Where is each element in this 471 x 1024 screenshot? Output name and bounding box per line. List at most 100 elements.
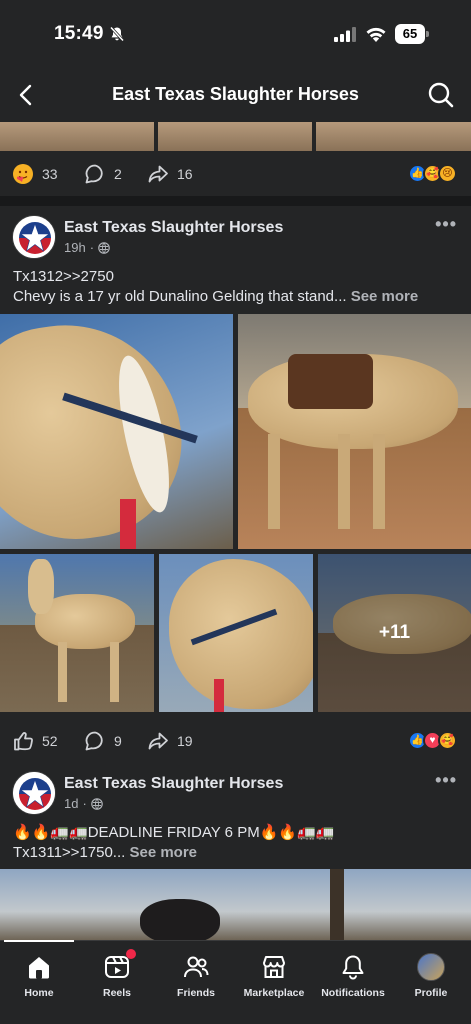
wifi-icon — [366, 27, 386, 42]
post-text-line: Tx1311>>1750... — [13, 844, 126, 861]
photo-main[interactable] — [0, 869, 471, 940]
more-options-icon[interactable]: ••• — [435, 770, 457, 791]
horse-leg-shape — [58, 642, 67, 702]
photo-strip[interactable] — [0, 122, 471, 151]
horse-head-shape — [28, 559, 54, 614]
page-title: East Texas Slaughter Horses — [112, 84, 359, 104]
post-time[interactable]: 1d — [64, 796, 78, 811]
horse-leg-shape — [268, 434, 280, 529]
horse-leg-shape — [373, 434, 385, 529]
care-reaction-icon: 🥰 — [438, 731, 457, 750]
post-text-line: Tx1312>>2750 — [13, 268, 114, 285]
lead-rope-shape — [214, 679, 224, 712]
nav-reels[interactable]: Reels — [92, 941, 142, 1024]
post-author[interactable]: East Texas Slaughter Horses — [64, 219, 283, 237]
sad-reaction-icon: 😢 — [438, 164, 457, 183]
tree-trunk-shape — [330, 869, 344, 940]
comment-icon — [85, 731, 103, 751]
share-count: 16 — [177, 166, 193, 182]
profile-avatar — [417, 953, 445, 981]
post-meta: 19h · — [64, 240, 110, 255]
nav-label: Friends — [177, 987, 215, 999]
share-button[interactable]: 16 — [147, 153, 193, 195]
photo-thumb[interactable] — [0, 122, 154, 151]
post-author[interactable]: East Texas Slaughter Horses — [64, 775, 283, 793]
nav-home[interactable]: Home — [14, 941, 64, 1024]
photo-main-right[interactable] — [238, 314, 471, 549]
page-avatar[interactable] — [12, 215, 56, 259]
see-more-link[interactable]: See more — [351, 288, 419, 305]
marketplace-icon — [263, 956, 285, 978]
post-text: 🔥🔥🚛🚛DEADLINE FRIDAY 6 PM🔥🔥🚛🚛 Tx1311>>175… — [13, 823, 459, 863]
feed[interactable]: 33 2 16 👍 🥰 😢 East Texas Slaughter Horse… — [0, 122, 471, 940]
reels-icon-wrap — [103, 949, 136, 981]
lead-rope-shape — [120, 499, 136, 549]
like-button[interactable]: 52 — [12, 720, 58, 762]
photo-thumb[interactable] — [316, 122, 471, 151]
reaction-summary[interactable]: 👍 ♥ 🥰 — [408, 731, 457, 751]
page-avatar[interactable] — [12, 771, 56, 815]
more-options-icon[interactable]: ••• — [435, 214, 457, 235]
share-icon — [148, 732, 168, 750]
share-button[interactable]: 19 — [147, 720, 193, 762]
bell-icon — [342, 955, 364, 980]
cellular-signal-icon — [334, 27, 356, 42]
react-button[interactable]: 33 — [12, 153, 58, 195]
nav-profile[interactable]: Profile — [406, 941, 456, 1024]
post-meta: 1d · — [64, 796, 103, 811]
see-more-link[interactable]: See more — [129, 844, 197, 861]
post-actions: 52 9 19 👍 ♥ 🥰 — [0, 720, 471, 762]
care-reaction-icon — [13, 164, 33, 184]
photo-thumb[interactable] — [0, 554, 154, 712]
nav-label: Marketplace — [243, 987, 305, 999]
reaction-count: 52 — [42, 733, 58, 749]
comment-button[interactable]: 9 — [84, 720, 122, 762]
photo-thumb[interactable] — [158, 122, 312, 151]
saddle-shape — [288, 354, 373, 409]
nav-notifications[interactable]: Notifications — [318, 941, 388, 1024]
bell-off-icon — [109, 26, 125, 42]
battery-indicator: 65 — [395, 24, 429, 44]
comment-count: 2 — [114, 166, 122, 182]
comment-icon — [85, 164, 103, 184]
nav-marketplace[interactable]: Marketplace — [240, 941, 308, 1024]
share-count: 19 — [177, 733, 193, 749]
comment-button[interactable]: 2 — [84, 153, 122, 195]
post-actions: 33 2 16 👍 🥰 😢 — [0, 153, 471, 195]
horse-leg-shape — [338, 434, 350, 529]
post-card-next: East Texas Slaughter Horses 1d · ••• 🔥🔥🚛… — [0, 762, 471, 940]
reaction-summary[interactable]: 👍 🥰 😢 — [408, 164, 457, 184]
post-time[interactable]: 19h — [64, 240, 86, 255]
post-text-line: 🔥🔥🚛🚛DEADLINE FRIDAY 6 PM🔥🔥🚛🚛 — [13, 824, 335, 841]
post-text-line: Chevy is a 17 yr old Dunalino Gelding th… — [13, 287, 459, 307]
nav-friends[interactable]: Friends — [171, 941, 221, 1024]
reaction-count: 33 — [42, 166, 58, 182]
search-icon[interactable] — [427, 81, 455, 109]
friends-icon — [184, 956, 209, 978]
status-bar: 15:49 65 — [0, 0, 471, 70]
post-text-line: Tx1311>>1750... See more — [13, 843, 459, 863]
texas-star-logo — [13, 216, 55, 258]
nav-label: Notifications — [321, 987, 385, 999]
photo-more[interactable]: +11 — [318, 554, 471, 712]
profile-avatar-wrap — [417, 953, 445, 981]
comment-count: 9 — [114, 733, 122, 749]
nav-label: Profile — [414, 987, 448, 999]
photo-main-left[interactable] — [0, 314, 233, 549]
texas-star-logo — [13, 772, 55, 814]
horse-leg-shape — [110, 642, 119, 702]
notification-badge — [126, 949, 136, 959]
more-photos-overlay[interactable]: +11 — [318, 554, 471, 712]
battery-cap — [426, 31, 429, 37]
post-text: Tx1312>>2750 Chevy is a 17 yr old Dunali… — [13, 267, 459, 307]
like-icon — [14, 732, 33, 751]
home-icon — [29, 957, 49, 979]
post-card-previous: 33 2 16 👍 🥰 😢 — [0, 122, 471, 196]
globe-icon — [91, 797, 103, 810]
nav-label: Reels — [102, 987, 132, 999]
share-icon — [148, 165, 168, 183]
photo-sky — [0, 869, 471, 940]
photo-thumb[interactable] — [159, 554, 313, 712]
dark-horse-shape — [140, 899, 220, 940]
bottom-navigation: Home Reels Friends Marketplace Notificat… — [0, 940, 471, 1024]
